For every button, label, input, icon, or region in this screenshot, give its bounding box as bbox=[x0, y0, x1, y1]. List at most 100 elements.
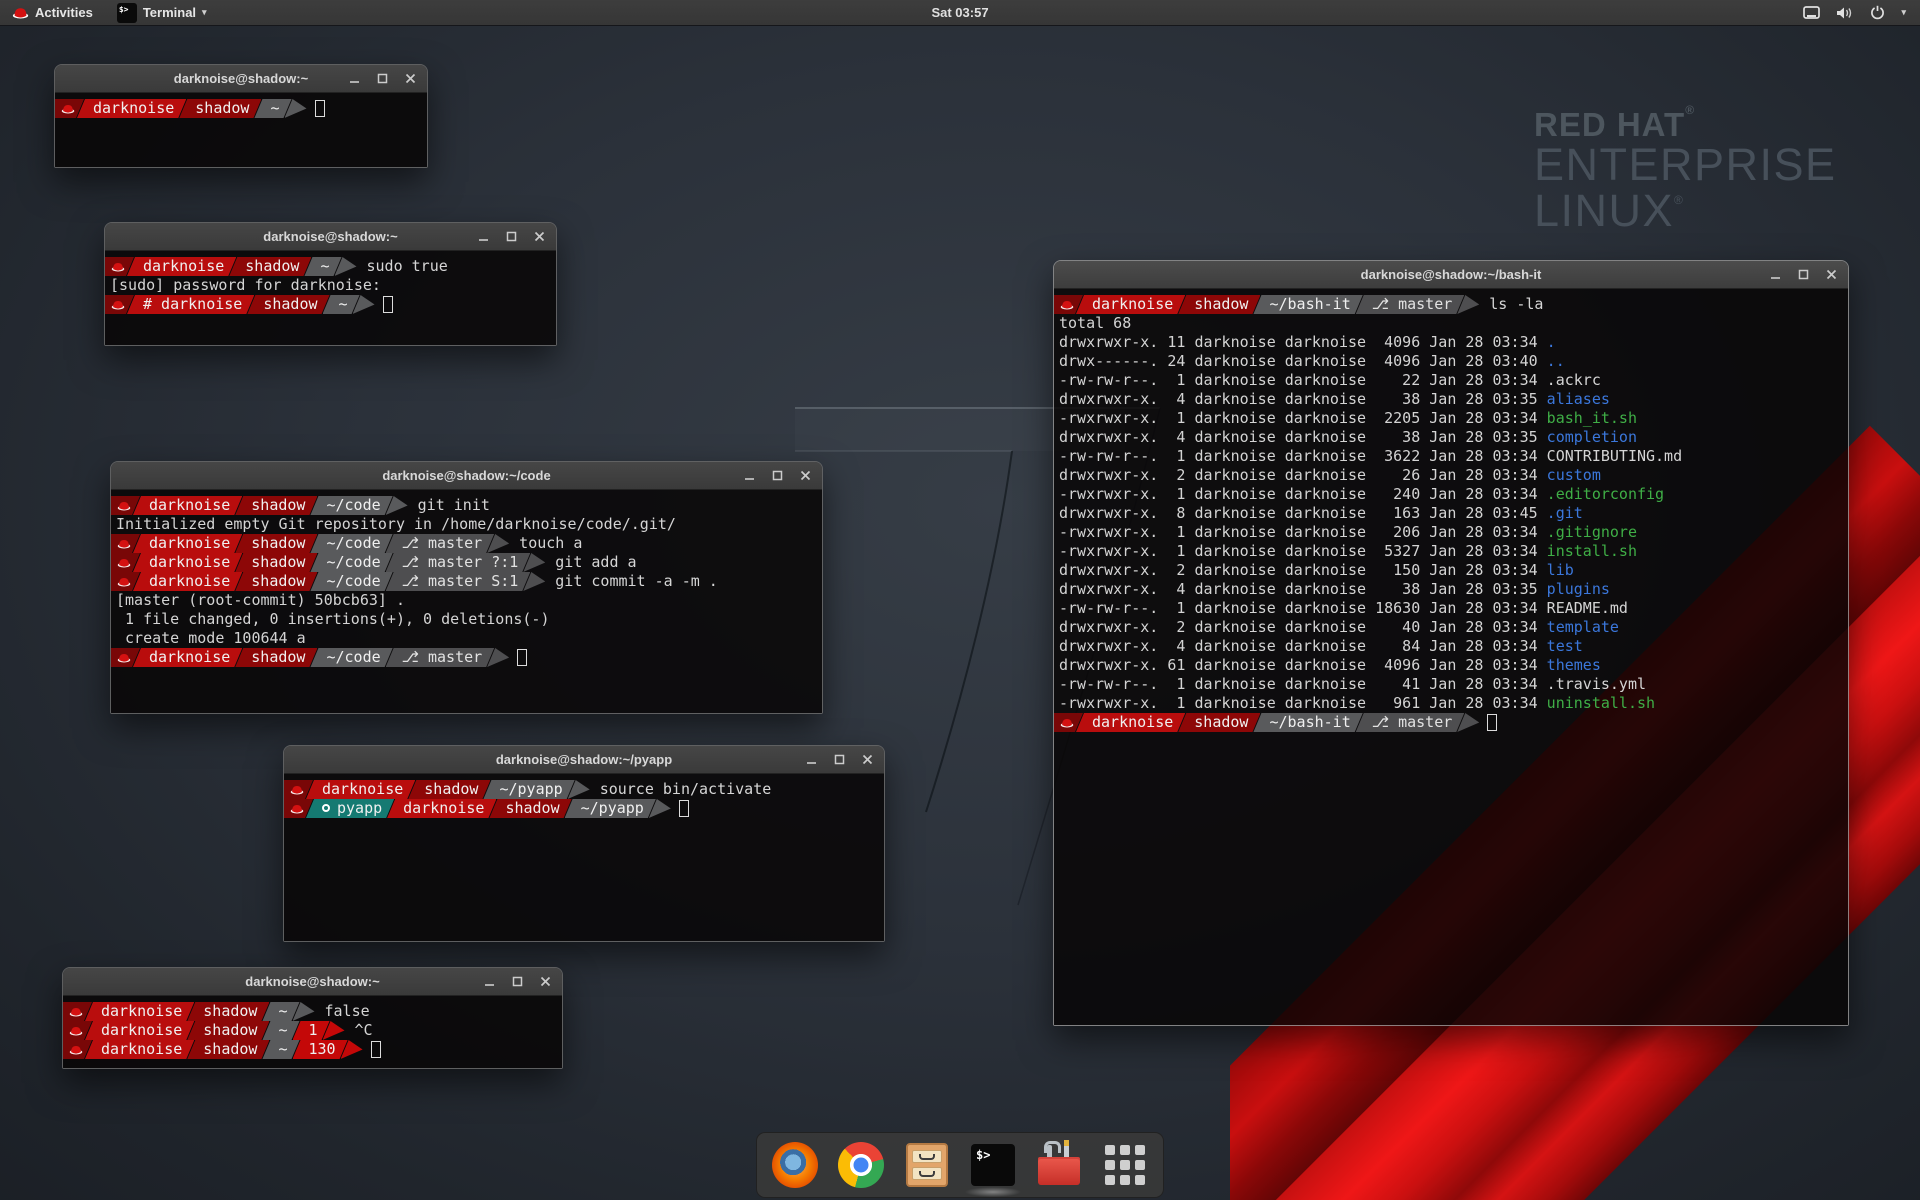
terminal-window-1[interactable]: darknoise@shadow:~darknoiseshadow~sudo t… bbox=[104, 222, 557, 346]
prompt-segment-user: darknoise bbox=[306, 780, 415, 799]
plain-text: create mode 100644 a bbox=[116, 629, 306, 647]
output-text: Initialized empty Git repository in /hom… bbox=[111, 515, 676, 534]
terminal-window-3[interactable]: darknoise@shadow:~/pyappdarknoiseshadow~… bbox=[283, 745, 885, 942]
terminal-line: [master (root-commit) 50bcb63] . bbox=[111, 591, 822, 610]
terminal-line: drwx------. 24 darknoise darknoise 4096 … bbox=[1054, 352, 1848, 371]
command-text: git add a bbox=[545, 553, 636, 572]
prompt-segment-host: shadow bbox=[235, 572, 317, 591]
prompt-segment-host: shadow bbox=[187, 1021, 269, 1040]
output-text: -rwxrwxr-x. 1 darknoise darknoise 5327 J… bbox=[1054, 542, 1637, 561]
executable-name: install.sh bbox=[1547, 542, 1637, 560]
dock-item-terminal[interactable]: $> bbox=[969, 1141, 1017, 1189]
command-text: git init bbox=[408, 496, 490, 515]
maximize-button[interactable] bbox=[770, 469, 784, 483]
prompt-segment-host: shadow bbox=[235, 534, 317, 553]
prompt-segment-path: ~/code bbox=[310, 648, 392, 667]
terminal-cursor bbox=[517, 649, 527, 666]
minimize-button[interactable] bbox=[347, 72, 361, 86]
maximize-button[interactable] bbox=[832, 753, 846, 767]
prompt-segment-path: ~/pyapp bbox=[565, 799, 656, 818]
terminal-content[interactable]: darknoiseshadow~falsedarknoiseshadow~1^C… bbox=[63, 996, 562, 1068]
terminal-window-5[interactable]: darknoise@shadow:~/bash-itdarknoiseshado… bbox=[1053, 260, 1849, 1026]
output-text: drwxrwxr-x. 4 darknoise darknoise 84 Jan… bbox=[1054, 637, 1583, 656]
titlebar[interactable]: darknoise@shadow:~/code bbox=[111, 462, 822, 490]
plain-text: drwxrwxr-x. 61 darknoise darknoise 4096 … bbox=[1059, 656, 1547, 674]
plain-text: total 68 bbox=[1059, 314, 1131, 332]
terminal-line: [sudo] password for darknoise: bbox=[105, 276, 556, 295]
terminal-line: darknoiseshadow~/bash-it⎇ master bbox=[1054, 713, 1848, 732]
terminal-window-2[interactable]: darknoise@shadow:~/codedarknoiseshadow~/… bbox=[110, 461, 823, 714]
prompt-segment-user: darknoise bbox=[133, 648, 242, 667]
maximize-button[interactable] bbox=[504, 230, 518, 244]
close-button[interactable] bbox=[538, 975, 552, 989]
plain-text: drwxrwxr-x. 2 darknoise darknoise 40 Jan… bbox=[1059, 618, 1547, 636]
terminal-line: darknoiseshadow~130 bbox=[63, 1040, 562, 1059]
window-controls bbox=[742, 462, 812, 489]
titlebar[interactable]: darknoise@shadow:~/pyapp bbox=[284, 746, 884, 774]
command-text: false bbox=[315, 1002, 370, 1021]
prompt-segment-path: ~/bash-it bbox=[1253, 295, 1362, 314]
maximize-button[interactable] bbox=[510, 975, 524, 989]
output-text: -rwxrwxr-x. 1 darknoise darknoise 206 Ja… bbox=[1054, 523, 1637, 542]
top-bar: Activities $> Terminal ▾ Sat 03:57 ▾ bbox=[0, 0, 1920, 26]
close-button[interactable] bbox=[798, 469, 812, 483]
terminal-line: create mode 100644 a bbox=[111, 629, 822, 648]
command-text: touch a bbox=[509, 534, 582, 553]
output-text: drwxrwxr-x. 2 darknoise darknoise 150 Ja… bbox=[1054, 561, 1574, 580]
terminal-line: -rwxrwxr-x. 1 darknoise darknoise 240 Ja… bbox=[1054, 485, 1848, 504]
terminal-line: darknoiseshadow~ bbox=[55, 99, 427, 118]
terminal-content[interactable]: darknoiseshadow~/bash-it⎇ masterls -lato… bbox=[1054, 289, 1848, 1025]
terminal-line: drwxrwxr-x. 8 darknoise darknoise 163 Ja… bbox=[1054, 504, 1848, 523]
maximize-button[interactable] bbox=[1796, 268, 1810, 282]
dock-item-files[interactable] bbox=[903, 1141, 951, 1189]
minimize-button[interactable] bbox=[742, 469, 756, 483]
dock-item-chrome[interactable] bbox=[837, 1141, 885, 1189]
minimize-button[interactable] bbox=[482, 975, 496, 989]
terminal-line: darknoiseshadow~/code⎇ mastertouch a bbox=[111, 534, 822, 553]
window-title: darknoise@shadow:~ bbox=[245, 974, 379, 989]
prompt-segment-user: # darknoise bbox=[127, 295, 254, 314]
close-button[interactable] bbox=[860, 753, 874, 767]
terminal-content[interactable]: darknoiseshadow~ bbox=[55, 93, 427, 167]
dock-item-toolbox[interactable] bbox=[1035, 1141, 1083, 1189]
plain-text: drwxrwxr-x. 2 darknoise darknoise 150 Ja… bbox=[1059, 561, 1547, 579]
terminal-cursor bbox=[679, 800, 689, 817]
terminal-line: drwxrwxr-x. 4 darknoise darknoise 38 Jan… bbox=[1054, 428, 1848, 447]
minimize-button[interactable] bbox=[1768, 268, 1782, 282]
minimize-button[interactable] bbox=[476, 230, 490, 244]
logo-line-redhat: RED HAT® bbox=[1534, 104, 1837, 142]
clock[interactable]: Sat 03:57 bbox=[0, 5, 1920, 20]
titlebar[interactable]: darknoise@shadow:~ bbox=[105, 223, 556, 251]
terminal-line: drwxrwxr-x. 4 darknoise darknoise 84 Jan… bbox=[1054, 637, 1848, 656]
terminal-content[interactable]: darknoiseshadow~sudo true[sudo] password… bbox=[105, 251, 556, 345]
close-button[interactable] bbox=[532, 230, 546, 244]
close-button[interactable] bbox=[403, 72, 417, 86]
file-manager-icon bbox=[906, 1143, 948, 1187]
maximize-button[interactable] bbox=[375, 72, 389, 86]
terminal-line: drwxrwxr-x. 11 darknoise darknoise 4096 … bbox=[1054, 333, 1848, 352]
close-button[interactable] bbox=[1824, 268, 1838, 282]
dock-item-firefox[interactable] bbox=[771, 1141, 819, 1189]
terminal-line: darknoiseshadow~/bash-it⎇ masterls -la bbox=[1054, 295, 1848, 314]
prompt-segment-git-branch: ⎇ master bbox=[1356, 713, 1465, 732]
prompt-segment-user: darknoise bbox=[85, 1040, 194, 1059]
terminal-window-4[interactable]: darknoise@shadow:~darknoiseshadow~falsed… bbox=[62, 967, 563, 1069]
terminal-content[interactable]: darknoise shadow ~/code git initInitialized… bbox=[111, 490, 822, 713]
directory-name: plugins bbox=[1547, 580, 1610, 598]
terminal-line: -rwxrwxr-x. 1 darknoise darknoise 961 Ja… bbox=[1054, 694, 1848, 713]
window-title: darknoise@shadow:~/code bbox=[382, 468, 550, 483]
dock-item-app-grid[interactable] bbox=[1101, 1141, 1149, 1189]
terminal-line: drwxrwxr-x. 2 darknoise darknoise 26 Jan… bbox=[1054, 466, 1848, 485]
minimize-button[interactable] bbox=[804, 753, 818, 767]
titlebar[interactable]: darknoise@shadow:~/bash-it bbox=[1054, 261, 1848, 289]
titlebar[interactable]: darknoise@shadow:~ bbox=[55, 65, 427, 93]
output-text: [master (root-commit) 50bcb63] . bbox=[111, 591, 405, 610]
plain-text: -rw-rw-r--. 1 darknoise darknoise 22 Jan… bbox=[1059, 371, 1601, 389]
directory-name: test bbox=[1547, 637, 1583, 655]
terminal-window-0[interactable]: darknoise@shadow:~ darknoiseshadow~ bbox=[54, 64, 428, 168]
terminal-line: pyappdarknoiseshadow~/pyapp bbox=[284, 799, 884, 818]
titlebar[interactable]: darknoise@shadow:~ bbox=[63, 968, 562, 996]
terminal-content[interactable]: darknoiseshadow~/pyappsource bin/activat… bbox=[284, 774, 884, 941]
prompt-segment-host: shadow bbox=[235, 496, 317, 515]
plain-text: drwxrwxr-x. 8 darknoise darknoise 163 Ja… bbox=[1059, 504, 1547, 522]
